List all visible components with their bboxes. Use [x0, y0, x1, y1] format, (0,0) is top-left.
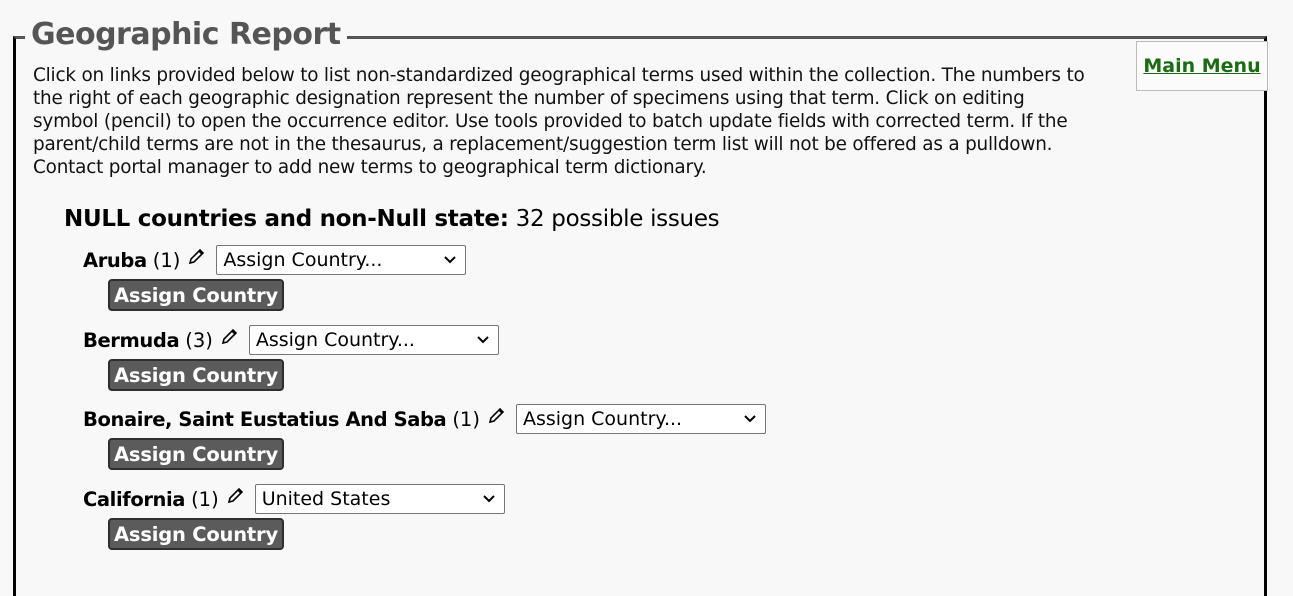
- assign-country-button[interactable]: Assign Country: [108, 359, 284, 391]
- country-select[interactable]: Assign Country...: [515, 404, 766, 434]
- assign-country-button[interactable]: Assign Country: [108, 518, 284, 550]
- pencil-icon[interactable]: [219, 327, 239, 347]
- country-select[interactable]: Assign Country...: [216, 245, 467, 275]
- chevron-down-icon: [477, 336, 489, 344]
- list-item: Aruba (1) Assign Country...: [83, 245, 467, 275]
- term-name[interactable]: Aruba: [83, 249, 147, 272]
- country-select[interactable]: Assign Country...: [248, 325, 499, 355]
- chevron-down-icon: [444, 256, 457, 264]
- list-item: Bermuda (3) Assign Country...: [83, 325, 499, 355]
- intro-text: Click on links provided below to list no…: [33, 65, 1085, 178]
- term-count: (1): [452, 407, 480, 431]
- select-value: Assign Country...: [255, 329, 415, 351]
- term-name[interactable]: Bermuda: [83, 329, 180, 352]
- section-heading-label: NULL countries and non-Null state:: [64, 206, 509, 232]
- section-heading: NULL countries and non-Null state: 32 po…: [64, 203, 720, 235]
- select-value: Assign Country...: [522, 408, 683, 430]
- chevron-down-icon: [482, 495, 495, 503]
- main-menu-link[interactable]: Main Menu: [1143, 55, 1260, 77]
- select-value: Assign Country...: [223, 249, 383, 271]
- page-title: Geographic Report: [25, 15, 347, 55]
- select-value: United States: [261, 488, 391, 510]
- list-item: Bonaire, Saint Eustatius And Saba (1) As…: [83, 404, 766, 434]
- term-count: (1): [191, 487, 219, 511]
- pencil-icon[interactable]: [186, 247, 206, 267]
- pencil-icon[interactable]: [225, 486, 245, 506]
- term-count: (1): [152, 248, 181, 272]
- term-name[interactable]: Bonaire, Saint Eustatius And Saba: [83, 408, 447, 431]
- list-item: California (1) United States: [83, 484, 505, 514]
- term-count: (3): [185, 328, 213, 352]
- assign-country-button[interactable]: Assign Country: [108, 279, 284, 311]
- country-select[interactable]: United States: [254, 484, 505, 514]
- term-name[interactable]: California: [83, 488, 185, 511]
- issue-count: 32 possible issues: [515, 206, 720, 232]
- assign-country-button[interactable]: Assign Country: [108, 438, 284, 470]
- chevron-down-icon: [744, 415, 756, 423]
- main-menu-box: Main Menu: [1136, 41, 1268, 91]
- pencil-icon[interactable]: [486, 406, 506, 426]
